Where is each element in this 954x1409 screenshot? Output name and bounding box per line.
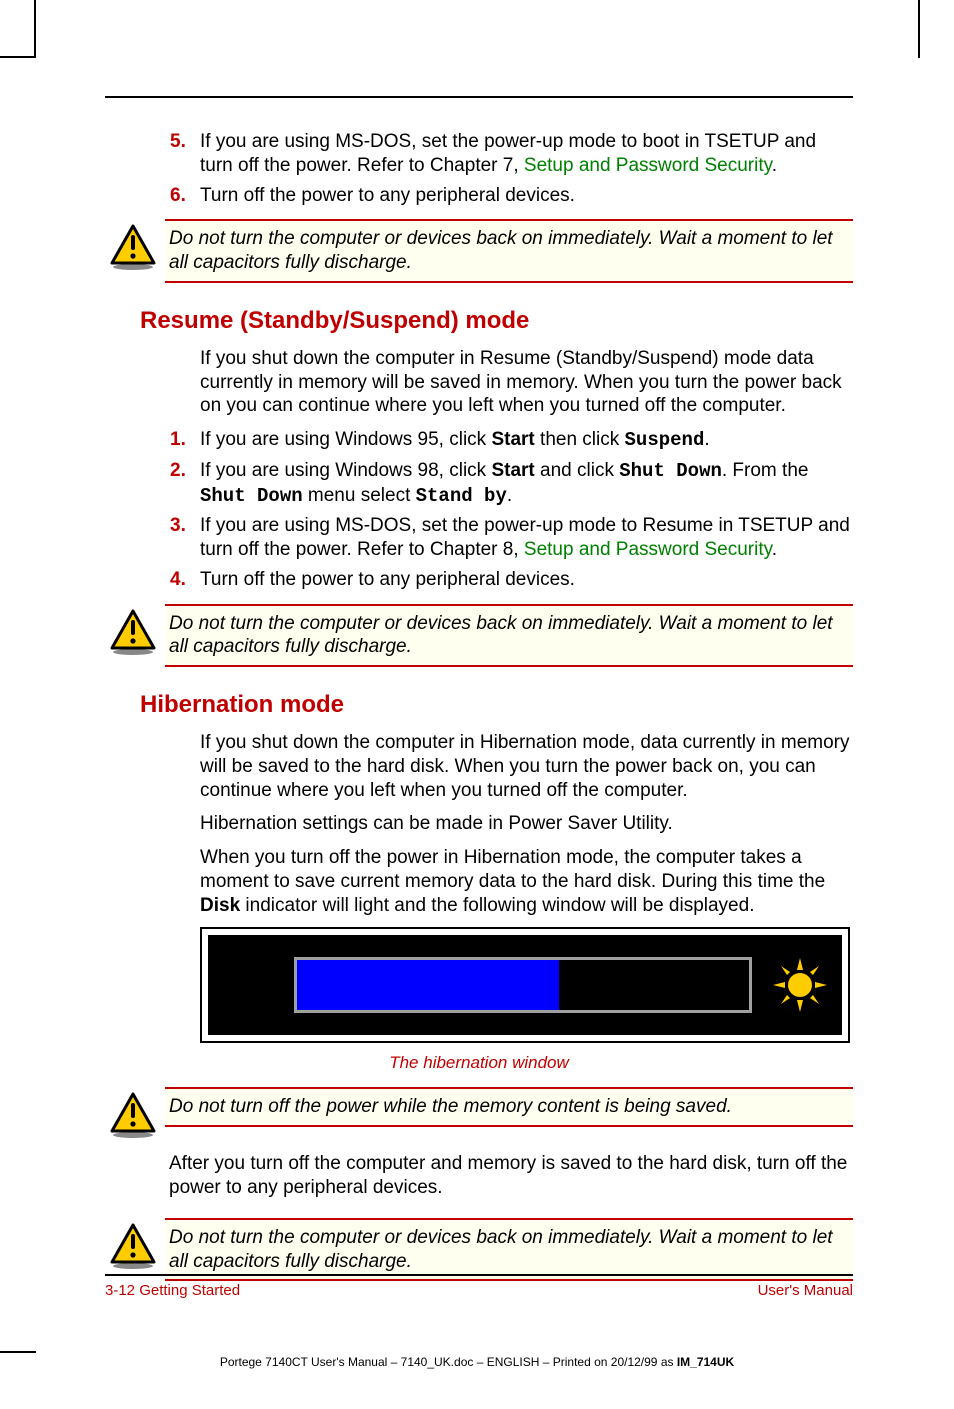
list-text: If you are using Windows 98, click Start… <box>200 460 808 506</box>
link-setup-password[interactable]: Setup and Password Security <box>524 155 772 176</box>
list-item: 1. If you are using Windows 95, click St… <box>200 428 853 453</box>
paragraph: If you shut down the computer in Hiberna… <box>105 731 853 802</box>
list-item: 3. If you are using MS-DOS, set the powe… <box>200 514 853 562</box>
list-item: 2. If you are using Windows 98, click St… <box>200 459 853 509</box>
figure-background <box>208 935 842 1035</box>
list-number: 4. <box>170 568 186 592</box>
caution-box: Do not turn off the power while the memo… <box>105 1087 853 1144</box>
crop-mark <box>918 0 920 58</box>
warning-icon <box>105 1218 165 1275</box>
warning-icon <box>105 1087 165 1144</box>
link-setup-password[interactable]: Setup and Password Security <box>524 539 772 560</box>
figure-border <box>200 927 850 1043</box>
numbered-list: 1. If you are using Windows 95, click St… <box>105 428 853 592</box>
moon-icon <box>222 959 274 1011</box>
warning-icon <box>105 604 165 661</box>
caution-text: Do not turn the computer or devices back… <box>165 1218 853 1282</box>
caution-text: Do not turn the computer or devices back… <box>165 219 853 283</box>
sun-icon <box>772 957 828 1013</box>
content-area: 5. If you are using MS-DOS, set the powe… <box>105 130 853 1293</box>
list-text: If you are using MS-DOS, set the power-u… <box>200 131 816 176</box>
caution-box: Do not turn the computer or devices back… <box>105 219 853 283</box>
caution-text: Do not turn the computer or devices back… <box>165 604 853 668</box>
paragraph: After you turn off the computer and memo… <box>165 1144 853 1206</box>
hibernation-window-figure <box>200 927 850 1043</box>
caution-text: Do not turn off the power while the memo… <box>165 1087 853 1127</box>
list-text: If you are using Windows 95, click Start… <box>200 429 710 450</box>
caution-box: Do not turn the computer or devices back… <box>105 604 853 668</box>
header-rule <box>105 96 853 98</box>
list-item: 4. Turn off the power to any peripheral … <box>200 568 853 592</box>
figure-caption: The hibernation window <box>105 1053 853 1073</box>
page-footer: 3-12 Getting Started User's Manual <box>105 1274 853 1299</box>
crop-mark <box>0 1351 36 1353</box>
followup-text-row: After you turn off the computer and memo… <box>105 1144 853 1206</box>
print-info-footer: Portege 7140CT User's Manual – 7140_UK.d… <box>0 1355 954 1369</box>
footer-left: 3-12 Getting Started <box>105 1282 240 1299</box>
list-item: 5. If you are using MS-DOS, set the powe… <box>200 130 853 178</box>
numbered-list-continued: 5. If you are using MS-DOS, set the powe… <box>105 130 853 207</box>
caution-box: Do not turn the computer or devices back… <box>105 1218 853 1282</box>
crop-mark <box>34 0 36 58</box>
list-item: 6. Turn off the power to any peripheral … <box>200 184 853 208</box>
paragraph: Hibernation settings can be made in Powe… <box>105 812 853 836</box>
list-number: 1. <box>170 428 186 452</box>
list-number: 6. <box>170 184 186 208</box>
heading-hibernation-mode: Hibernation mode <box>105 691 853 719</box>
progress-bar <box>294 957 752 1013</box>
list-text: If you are using MS-DOS, set the power-u… <box>200 515 850 560</box>
list-number: 3. <box>170 514 186 538</box>
list-number: 2. <box>170 459 186 483</box>
heading-resume-mode: Resume (Standby/Suspend) mode <box>105 307 853 335</box>
list-number: 5. <box>170 130 186 154</box>
page: 5. If you are using MS-DOS, set the powe… <box>0 0 954 1409</box>
list-text: Turn off the power to any peripheral dev… <box>200 569 575 590</box>
footer-right: User's Manual <box>758 1282 853 1299</box>
paragraph: When you turn off the power in Hibernati… <box>105 846 853 917</box>
crop-mark <box>0 56 36 58</box>
progress-fill <box>297 960 559 1010</box>
paragraph: If you shut down the computer in Resume … <box>105 347 853 418</box>
list-text: Turn off the power to any peripheral dev… <box>200 185 575 206</box>
warning-icon <box>105 219 165 276</box>
